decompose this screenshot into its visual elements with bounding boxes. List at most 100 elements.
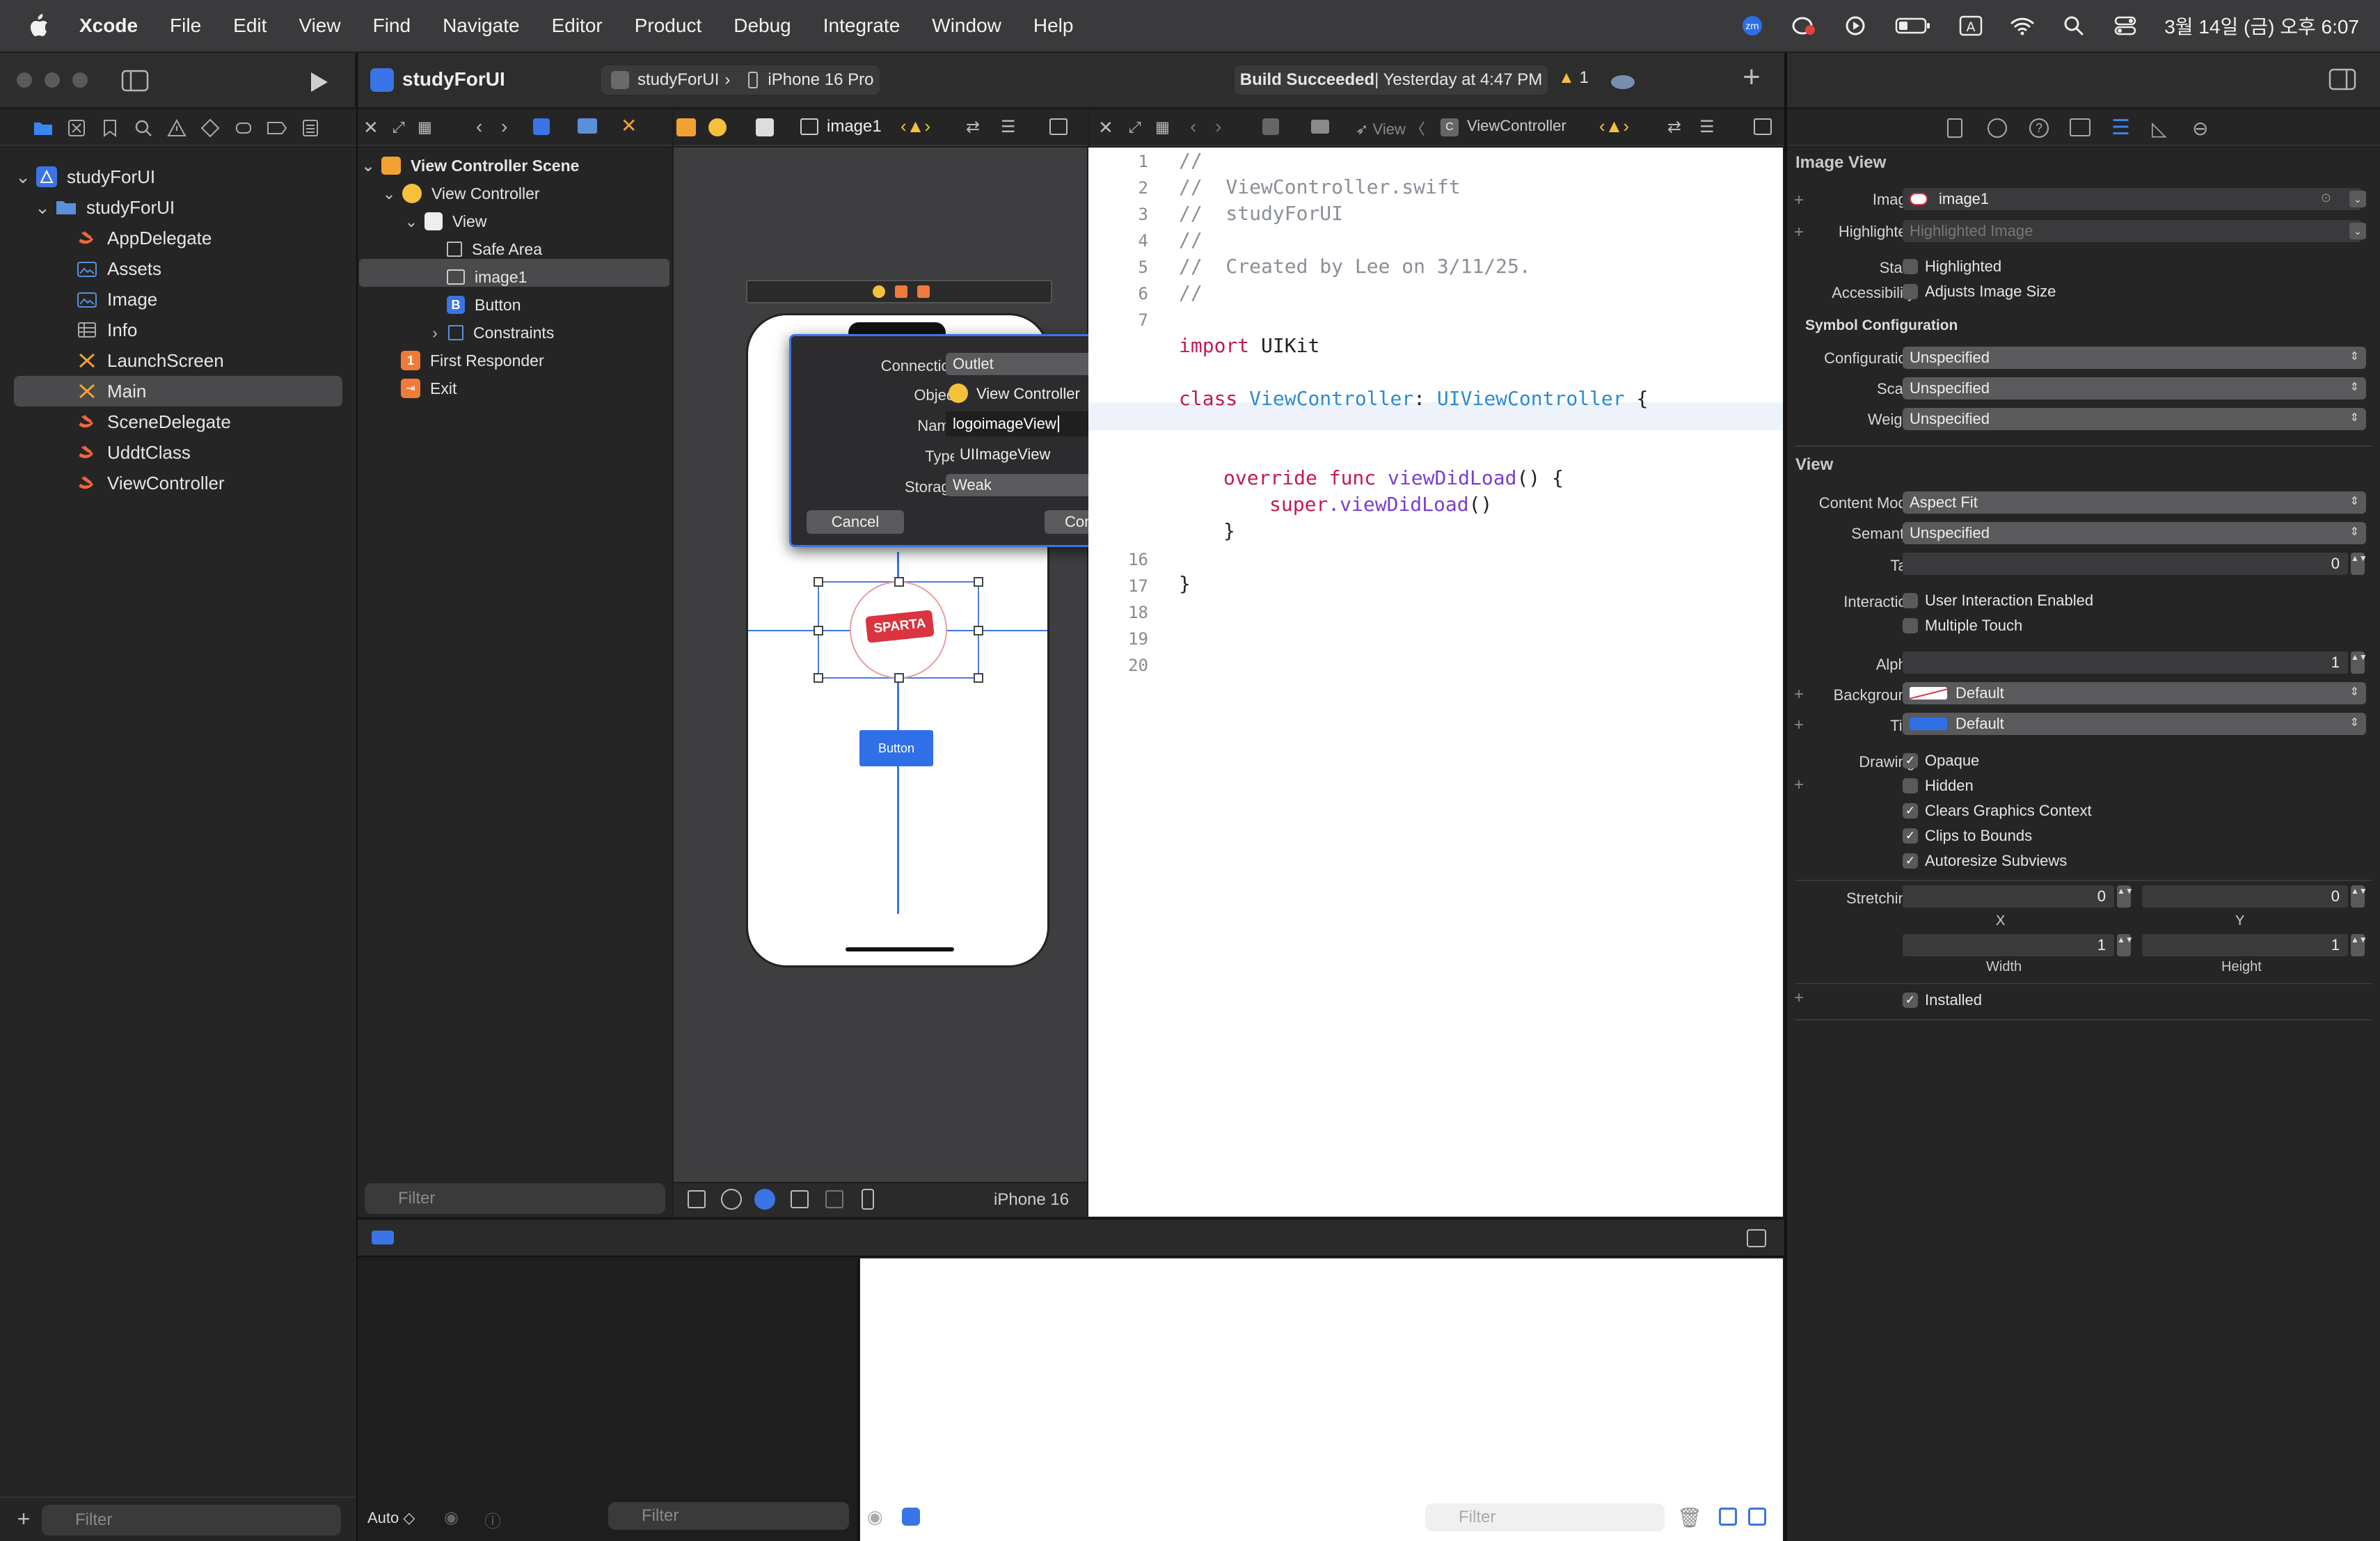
menu-integrate[interactable]: Integrate — [823, 15, 901, 37]
resize-handle[interactable] — [974, 626, 983, 635]
dock-first-responder-icon[interactable] — [895, 285, 907, 298]
resize-handle[interactable] — [974, 673, 983, 683]
play-circle-icon[interactable] — [1843, 13, 1868, 38]
warning-badge[interactable]: ▲ 1 — [1558, 68, 1589, 88]
folder-crumb-icon[interactable] — [578, 118, 597, 134]
class-crumb[interactable]: ViewController — [1467, 117, 1566, 135]
control-center-icon[interactable] — [2113, 13, 2138, 38]
divider[interactable] — [1784, 53, 1787, 1541]
device-icon[interactable] — [862, 1189, 874, 1210]
bookmark-navigator-icon[interactable] — [99, 117, 121, 139]
zoom-window-button[interactable] — [72, 72, 88, 88]
chevron-down-icon[interactable]: ⌄ — [35, 197, 50, 218]
back-icon[interactable]: ‹ — [476, 116, 482, 138]
eye-icon[interactable]: ◉ — [444, 1508, 465, 1528]
canvas-button[interactable]: Button — [859, 730, 933, 766]
highlighted-image-combobox[interactable]: Highlighted Image — [1903, 220, 2362, 242]
installed-checkbox[interactable]: ✓ — [1903, 993, 1918, 1008]
image-view-selection[interactable]: SPARTA — [814, 577, 983, 683]
clears-graphics-checkbox[interactable]: ✓ — [1903, 803, 1918, 819]
debug-toggle-icon[interactable] — [372, 1231, 394, 1244]
appearance-icon[interactable] — [754, 1189, 775, 1210]
plus-icon[interactable]: + — [1794, 191, 1804, 210]
navigator-filter-input[interactable]: Filter — [42, 1505, 341, 1535]
view-folder-crumb[interactable]: ➶ View 〈 — [1356, 117, 1425, 139]
chevron-down-icon[interactable]: ⌄ — [381, 184, 397, 203]
connections-inspector-icon[interactable]: ⊖ — [2192, 117, 2208, 140]
warning-icon[interactable]: ‹▲› — [901, 116, 930, 137]
chevron-down-icon[interactable]: ⌄ — [2349, 191, 2366, 207]
forward-icon[interactable]: › — [501, 116, 507, 138]
chevron-down-icon[interactable]: ⌄ — [360, 157, 376, 175]
tint-select[interactable]: Default ⇕ — [1903, 713, 2366, 735]
expand-icon[interactable]: ⤢ — [1129, 118, 1141, 136]
input-source-icon[interactable]: A — [1958, 13, 1983, 38]
highlighted-checkbox[interactable] — [1903, 259, 1918, 274]
run-button[interactable] — [305, 68, 333, 96]
activity-status[interactable]: Build Succeeded | Yesterday at 4:47 PM — [1235, 65, 1548, 95]
auto-selector[interactable]: Auto ◇ — [367, 1509, 415, 1527]
source-control-navigator-icon[interactable] — [65, 117, 88, 139]
menu-editor[interactable]: Editor — [552, 15, 603, 37]
cancel-button[interactable]: Cancel — [807, 510, 904, 534]
scale-select[interactable]: Unspecified ⇕ — [1903, 377, 2366, 400]
project-navigator-icon[interactable] — [32, 117, 54, 139]
hidden-checkbox[interactable] — [1903, 778, 1918, 793]
opaque-checkbox[interactable]: ✓ — [1903, 753, 1918, 768]
outline-filter-input[interactable]: Filter — [365, 1183, 665, 1214]
menu-window[interactable]: Window — [932, 15, 1001, 37]
file-inspector-icon[interactable] — [1947, 118, 1962, 138]
wifi-icon[interactable] — [2010, 13, 2035, 38]
menu-file[interactable]: File — [170, 15, 201, 37]
project-crumb-icon[interactable] — [533, 118, 550, 135]
weight-select[interactable]: Unspecified ⇕ — [1903, 408, 2366, 430]
close-tab-icon[interactable]: ✕ — [363, 117, 379, 139]
background-select[interactable]: Default ⇕ — [1903, 682, 2366, 704]
sidebar-toggle-icon[interactable] — [120, 68, 150, 93]
chevron-down-icon[interactable]: ⌄ — [15, 166, 31, 187]
device-label[interactable]: iPhone 16 — [994, 1190, 1069, 1210]
cloud-icon[interactable] — [1609, 70, 1637, 90]
user-interaction-checkbox[interactable] — [1903, 593, 1918, 608]
tag-stepper[interactable]: ▲▼ — [2351, 553, 2367, 575]
tree-file-scenedelegate[interactable]: SceneDelegate — [77, 408, 231, 436]
clear-icon[interactable]: ⊙ — [2321, 191, 2331, 205]
chevron-right-icon[interactable]: › — [427, 324, 443, 342]
resize-handle[interactable] — [814, 673, 823, 683]
tree-file-appdelegate[interactable]: AppDelegate — [77, 224, 212, 252]
chevron-down-icon[interactable]: ⌄ — [2349, 223, 2366, 239]
minimize-window-button[interactable] — [45, 72, 60, 88]
close-tab-icon[interactable]: ✕ — [1098, 117, 1113, 139]
editor-options-icon[interactable]: ☰ — [1699, 117, 1715, 137]
variables-filter-input[interactable]: Filter — [608, 1502, 849, 1530]
history-inspector-icon[interactable] — [1988, 118, 2007, 138]
close-window-button[interactable] — [17, 72, 32, 88]
stretch-width-stepper[interactable]: ▲▼ — [2117, 934, 2134, 956]
clips-to-bounds-checkbox[interactable]: ✓ — [1903, 828, 1918, 844]
grid-icon[interactable]: ▦ — [418, 118, 432, 136]
add-editor-icon[interactable] — [1049, 118, 1068, 135]
menubar-clock[interactable]: 3월 14일 (금) 오후 6:07 — [2164, 12, 2359, 40]
chevron-down-icon[interactable]: ⌄ — [404, 212, 419, 230]
outline-image1[interactable]: image1 — [447, 263, 527, 291]
tree-file-info[interactable]: Info — [77, 316, 137, 344]
outline-view[interactable]: ⌄ View — [404, 207, 486, 235]
left-pane-toggle-icon[interactable] — [1719, 1508, 1737, 1526]
stretch-x-stepper[interactable]: ▲▼ — [2117, 885, 2134, 908]
storyboard-crumb-icon[interactable]: ✕ — [621, 114, 637, 137]
adjusts-image-size-checkbox[interactable] — [1903, 284, 1918, 299]
vc-crumb-icon[interactable] — [708, 118, 727, 136]
breakpoint-navigator-icon[interactable] — [266, 117, 288, 139]
orientation-icon[interactable] — [791, 1190, 809, 1208]
folder-crumb-icon[interactable] — [1311, 120, 1329, 134]
add-library-icon[interactable]: + — [1743, 60, 1761, 95]
menu-help[interactable]: Help — [1033, 15, 1074, 37]
report-navigator-icon[interactable] — [299, 117, 322, 139]
scene-crumb-icon[interactable] — [676, 118, 696, 136]
split-view-icon[interactable] — [825, 1190, 843, 1208]
semantic-select[interactable]: Unspecified ⇕ — [1903, 522, 2366, 544]
tree-file-image[interactable]: Image — [77, 285, 157, 313]
resize-handle[interactable] — [894, 673, 904, 683]
trash-icon[interactable]: 🗑 — [1677, 1506, 1702, 1529]
dock-vc-icon[interactable] — [873, 285, 885, 298]
